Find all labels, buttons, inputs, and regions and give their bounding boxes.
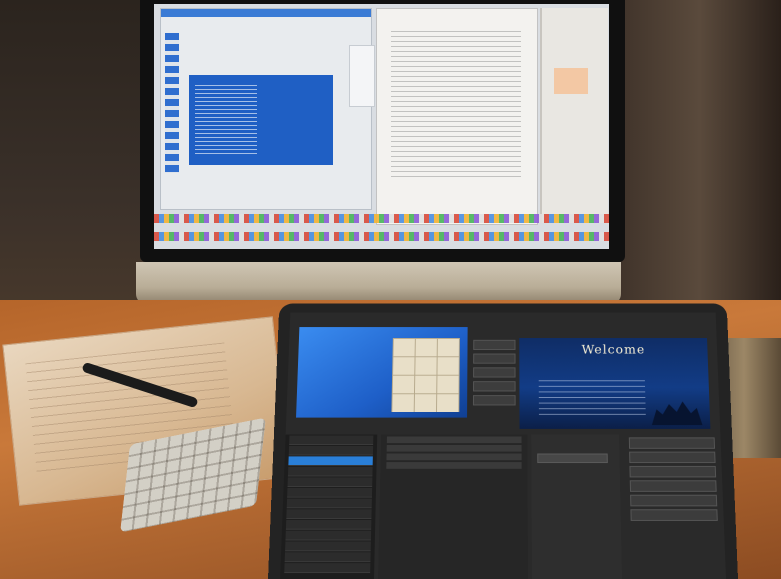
action-slot [629, 480, 717, 492]
list-item [287, 487, 373, 498]
laptop: Welcome [268, 303, 738, 579]
list-item [284, 552, 371, 563]
silhouette-graphic [651, 399, 702, 425]
blue-slide [189, 75, 333, 165]
control-slot [472, 395, 516, 406]
document-text-lines [391, 31, 521, 181]
list-item-selected [288, 456, 373, 466]
action-slot [629, 451, 716, 464]
imac-document-window [376, 8, 538, 225]
control-slot [473, 367, 516, 378]
actions-pane [622, 434, 726, 579]
transition-controls [472, 339, 516, 406]
action-slot [630, 494, 718, 507]
action-slot [630, 509, 718, 521]
service-list [280, 434, 378, 579]
imac-screen [154, 4, 609, 249]
dock-row-1 [154, 214, 609, 223]
list-item [285, 530, 372, 541]
slide-text-lines [195, 85, 257, 157]
property-field [537, 453, 608, 464]
media-row [386, 462, 522, 469]
control-slot [473, 339, 516, 350]
preview-grid-card [391, 338, 460, 412]
window-titlebar [161, 9, 371, 17]
action-slot [629, 465, 717, 478]
program-pane: Welcome [519, 338, 711, 429]
media-row [386, 444, 522, 452]
photo-scene: Welcome [0, 0, 781, 579]
list-item [289, 435, 374, 445]
slide-thumbnails [165, 33, 179, 173]
inspector-panel [349, 45, 375, 107]
side-thumbnail [554, 68, 588, 94]
list-item [285, 541, 371, 552]
imac-presentation-window [160, 8, 375, 210]
properties-pane [531, 434, 622, 579]
list-item [287, 477, 373, 488]
imac-chin [136, 262, 621, 304]
media-row [386, 436, 522, 444]
list-item [287, 466, 373, 477]
program-title: Welcome [581, 343, 646, 358]
dock-row-2 [154, 232, 609, 241]
list-item [286, 509, 372, 519]
list-item [288, 445, 374, 456]
action-slot [628, 437, 716, 449]
control-slot [473, 353, 516, 364]
media-row [386, 453, 522, 461]
preview-pane [296, 327, 468, 418]
media-column [378, 434, 528, 579]
list-item [286, 498, 372, 509]
list-item [284, 563, 371, 574]
imac-side-window [540, 8, 608, 223]
laptop-screen: Welcome [280, 312, 726, 579]
control-slot [473, 381, 516, 392]
room-wall-right [600, 0, 781, 330]
list-item [285, 519, 372, 530]
program-text-lines [538, 380, 646, 418]
